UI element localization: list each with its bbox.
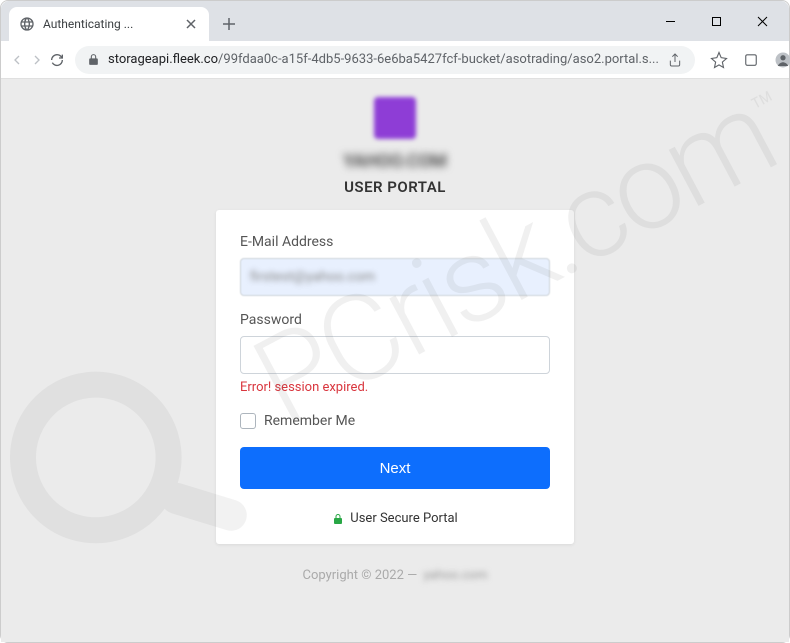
browser-tab[interactable]: Authenticating ... xyxy=(9,7,209,41)
secure-portal-text: User Secure Portal xyxy=(350,511,457,526)
close-window-button[interactable] xyxy=(739,5,785,37)
window-controls xyxy=(647,1,789,41)
back-button[interactable] xyxy=(9,46,25,74)
email-input[interactable] xyxy=(240,258,550,296)
remember-checkbox[interactable] xyxy=(240,413,256,429)
brand-logo xyxy=(374,97,416,139)
org-name: YAHOO.COM xyxy=(343,151,447,172)
maximize-button[interactable] xyxy=(693,5,739,37)
minimize-button[interactable] xyxy=(647,5,693,37)
forward-button[interactable] xyxy=(29,46,45,74)
reload-button[interactable] xyxy=(49,46,65,74)
page-content: YAHOO.COM USER PORTAL E-Mail Address fir… xyxy=(1,79,789,642)
profile-icon[interactable] xyxy=(769,46,790,74)
toolbar: storageapi.fleek.co/99fdaa0c-a15f-4db5-9… xyxy=(1,41,789,79)
password-label: Password xyxy=(240,312,550,328)
copyright: Copyright © 2022 — yahoo.com xyxy=(303,568,488,583)
password-input[interactable] xyxy=(240,336,550,374)
share-icon[interactable] xyxy=(667,52,683,68)
email-label: E-Mail Address xyxy=(240,234,550,250)
tab-title: Authenticating ... xyxy=(43,17,175,31)
url-text: storageapi.fleek.co/99fdaa0c-a15f-4db5-9… xyxy=(108,52,659,67)
address-bar[interactable]: storageapi.fleek.co/99fdaa0c-a15f-4db5-9… xyxy=(75,46,695,74)
error-message: Error! session expired. xyxy=(240,380,550,395)
portal-title: USER PORTAL xyxy=(344,178,446,196)
new-tab-button[interactable] xyxy=(215,10,243,38)
lock-secure-icon xyxy=(332,513,344,525)
login-card: E-Mail Address firstest@yahoo.com Passwo… xyxy=(216,210,574,544)
remember-label: Remember Me xyxy=(264,413,355,429)
titlebar: Authenticating ... xyxy=(1,1,789,41)
extensions-icon[interactable] xyxy=(737,46,765,74)
lock-icon xyxy=(87,53,100,66)
next-button[interactable]: Next xyxy=(240,447,550,489)
star-icon[interactable] xyxy=(705,46,733,74)
globe-icon xyxy=(19,16,35,32)
close-tab-icon[interactable] xyxy=(183,16,199,32)
